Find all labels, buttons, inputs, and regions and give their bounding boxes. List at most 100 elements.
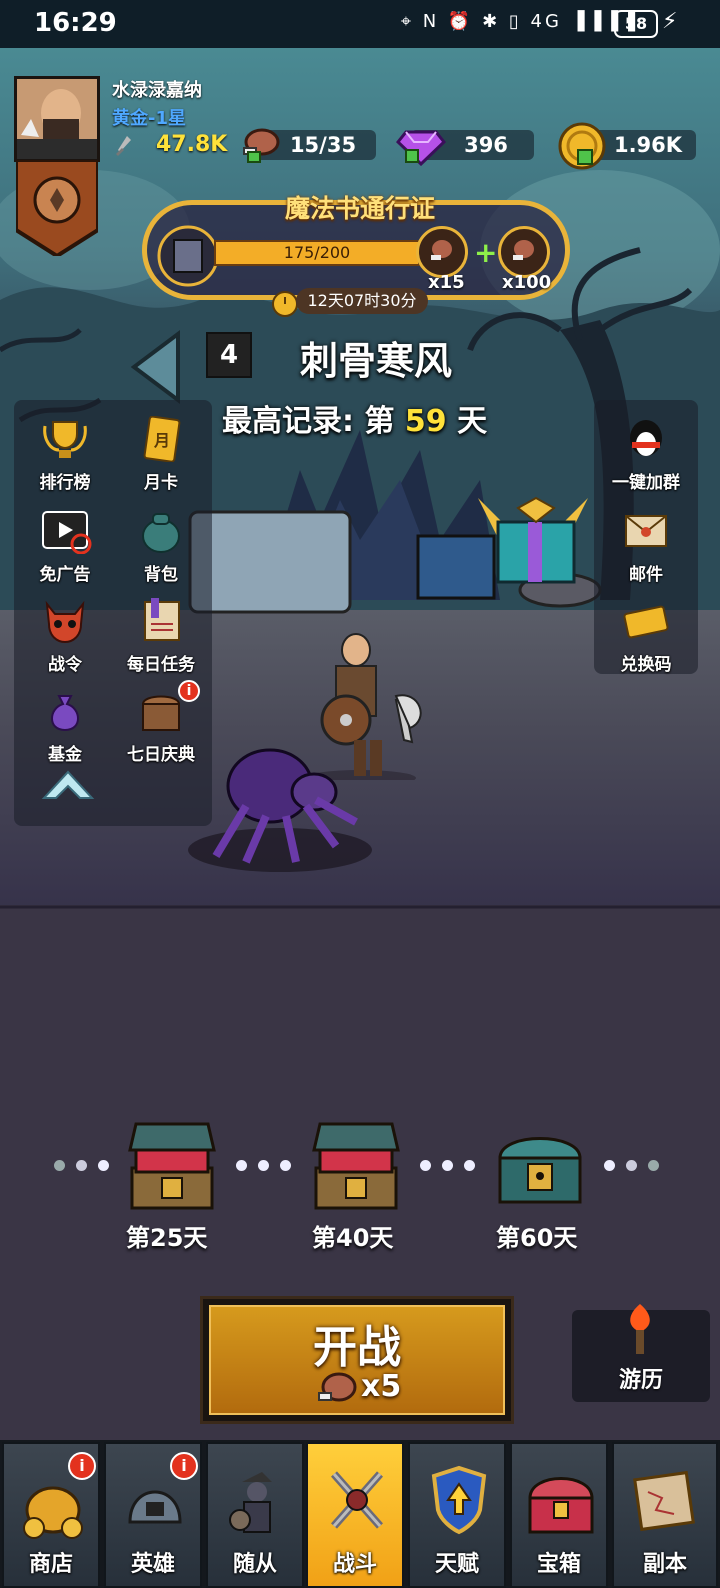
tab-battle-label: 战斗 bbox=[332, 1552, 377, 1577]
track-dot bbox=[76, 1160, 87, 1171]
menu-backpack-label: 背包 bbox=[144, 565, 178, 585]
travel-label: 游历 bbox=[618, 1368, 663, 1393]
pass-reward-1-qty: x15 bbox=[428, 272, 465, 293]
gem-icon bbox=[396, 130, 446, 166]
crossed-swords-icon bbox=[331, 1471, 383, 1529]
menu-daily-tasks[interactable]: 每日任务 bbox=[116, 594, 206, 678]
notification-badge: i bbox=[68, 1452, 96, 1480]
pass-reward-2-qty: x100 bbox=[502, 272, 552, 293]
menu-month-card[interactable]: 月 月卡 bbox=[116, 412, 206, 496]
qq-penguin-icon bbox=[630, 420, 662, 456]
tab-followers-label: 随从 bbox=[232, 1552, 277, 1577]
power-display: 47.8K bbox=[112, 130, 227, 164]
track-dot bbox=[604, 1160, 615, 1171]
menu-mail-label: 邮件 bbox=[629, 565, 663, 585]
meat-icon bbox=[513, 240, 534, 260]
magic-book-icon bbox=[157, 225, 219, 287]
travel-button[interactable]: 游历 bbox=[572, 1304, 710, 1402]
map-scroll-icon bbox=[633, 1470, 695, 1532]
plus-icon: + bbox=[474, 236, 498, 269]
stage-name: 刺骨寒风 bbox=[300, 339, 453, 383]
start-battle-label: 开战 bbox=[313, 1322, 401, 1373]
sword-icon bbox=[116, 136, 131, 156]
pass-reward-2[interactable] bbox=[498, 226, 550, 278]
tab-talent[interactable]: 天赋 bbox=[408, 1442, 506, 1588]
tab-talent-label: 天赋 bbox=[434, 1552, 479, 1577]
status-icons: ⌖ N ⏰ ✱ ▯ 4G ▐▐▐▐ bbox=[400, 11, 638, 32]
spider-enemy-sprite bbox=[188, 748, 372, 872]
meat-stamina-icon bbox=[243, 128, 280, 163]
pass-progress-bar: 175/200 bbox=[214, 240, 420, 266]
start-battle-button[interactable]: 开战 x5 bbox=[200, 1296, 514, 1424]
game-scene: 16:29 ⌖ N ⏰ ✱ ▯ 4G ▐▐▐▐ 58 ⚡ 水渌渌嘉纳 黄金-1星… bbox=[0, 0, 720, 1588]
best-record: 最高记录: 第 59 天 bbox=[222, 396, 487, 440]
tab-heroes[interactable]: i 英雄 bbox=[104, 1442, 202, 1588]
tab-battle[interactable]: 战斗 bbox=[306, 1442, 404, 1588]
menu-redeem-code-label: 兑换码 bbox=[620, 655, 672, 675]
menu-backpack[interactable]: 背包 bbox=[116, 504, 206, 588]
prev-stage-arrow-icon[interactable] bbox=[128, 330, 184, 404]
gems-value: 396 bbox=[464, 133, 508, 157]
pass-reward-1[interactable] bbox=[416, 226, 468, 278]
menu-no-ads[interactable]: 免广告 bbox=[20, 504, 110, 588]
locked-chest-icon[interactable] bbox=[494, 1128, 586, 1208]
track-dot bbox=[54, 1160, 65, 1171]
backpack-icon bbox=[142, 513, 180, 553]
pass-progress-text: 175/200 bbox=[283, 243, 351, 262]
notification-badge: i bbox=[170, 1452, 198, 1480]
task-scroll-icon bbox=[144, 598, 180, 641]
notification-badge: i bbox=[178, 680, 200, 702]
month-card-glyph: 月 bbox=[153, 431, 170, 450]
menu-mail[interactable]: 邮件 bbox=[600, 504, 692, 588]
torch-icon bbox=[630, 1304, 650, 1354]
menu-no-ads-label: 免广告 bbox=[39, 565, 91, 585]
tab-followers[interactable]: 随从 bbox=[206, 1442, 304, 1588]
menu-month-card-label: 月卡 bbox=[144, 473, 178, 493]
start-battle-face: 开战 x5 bbox=[209, 1305, 505, 1415]
track-dot bbox=[464, 1160, 475, 1171]
track-dot bbox=[442, 1160, 453, 1171]
menu-daily-tasks-label: 每日任务 bbox=[127, 655, 195, 675]
tab-chest-label: 宝箱 bbox=[536, 1552, 581, 1577]
track-dot bbox=[280, 1160, 291, 1171]
ticket-icon bbox=[623, 605, 669, 639]
track-dot bbox=[258, 1160, 269, 1171]
month-card-icon: 月 bbox=[143, 415, 181, 463]
player-avatar[interactable] bbox=[14, 76, 100, 162]
menu-battle-pass-label: 战令 bbox=[48, 655, 82, 675]
menu-battle-pass[interactable]: 战令 bbox=[20, 594, 110, 678]
money-bag-icon bbox=[51, 695, 79, 732]
record-day: 59 bbox=[404, 404, 447, 439]
open-chest-icon[interactable] bbox=[126, 1120, 218, 1212]
player-rank: 黄金-1星 bbox=[112, 108, 186, 129]
coins-value: 1.96K bbox=[613, 133, 683, 157]
milestone-day-60: 第60天 bbox=[496, 1224, 578, 1252]
menu-leaderboard[interactable]: 排行榜 bbox=[20, 412, 110, 496]
menu-leaderboard-label: 排行榜 bbox=[39, 473, 91, 493]
menu-fund[interactable]: 基金 bbox=[20, 684, 110, 768]
player-name: 水渌渌嘉纳 bbox=[112, 80, 202, 101]
start-battle-cost: x5 bbox=[361, 1369, 402, 1404]
no-ads-video-icon bbox=[42, 511, 92, 555]
follower-knight-icon bbox=[229, 1472, 272, 1533]
demon-mask-icon bbox=[45, 600, 85, 644]
open-chest-icon[interactable] bbox=[310, 1120, 402, 1212]
tab-dungeon[interactable]: 副本 bbox=[612, 1442, 718, 1588]
track-dot bbox=[98, 1160, 109, 1171]
menu-join-group[interactable]: 一键加群 bbox=[600, 412, 692, 496]
menu-redeem-code[interactable]: 兑换码 bbox=[600, 594, 692, 678]
menu-fund-label: 基金 bbox=[48, 745, 82, 765]
meat-cost-icon bbox=[318, 1372, 357, 1402]
power-value: 47.8K bbox=[156, 132, 228, 157]
menu-join-group-label: 一键加群 bbox=[612, 473, 680, 493]
tab-shop[interactable]: i 商店 bbox=[2, 1442, 100, 1588]
collapse-menu-chevron-icon[interactable] bbox=[40, 766, 96, 806]
gift-box-icon[interactable] bbox=[468, 488, 598, 588]
tab-heroes-label: 英雄 bbox=[130, 1552, 175, 1577]
pass-timer: 12天07时30分 bbox=[296, 288, 428, 314]
track-dot bbox=[648, 1160, 659, 1171]
pass-title: 魔法书通行证 bbox=[284, 194, 435, 223]
tab-chest[interactable]: 宝箱 bbox=[510, 1442, 608, 1588]
coin-icon bbox=[558, 122, 606, 170]
tab-dungeon-label: 副本 bbox=[642, 1552, 687, 1577]
